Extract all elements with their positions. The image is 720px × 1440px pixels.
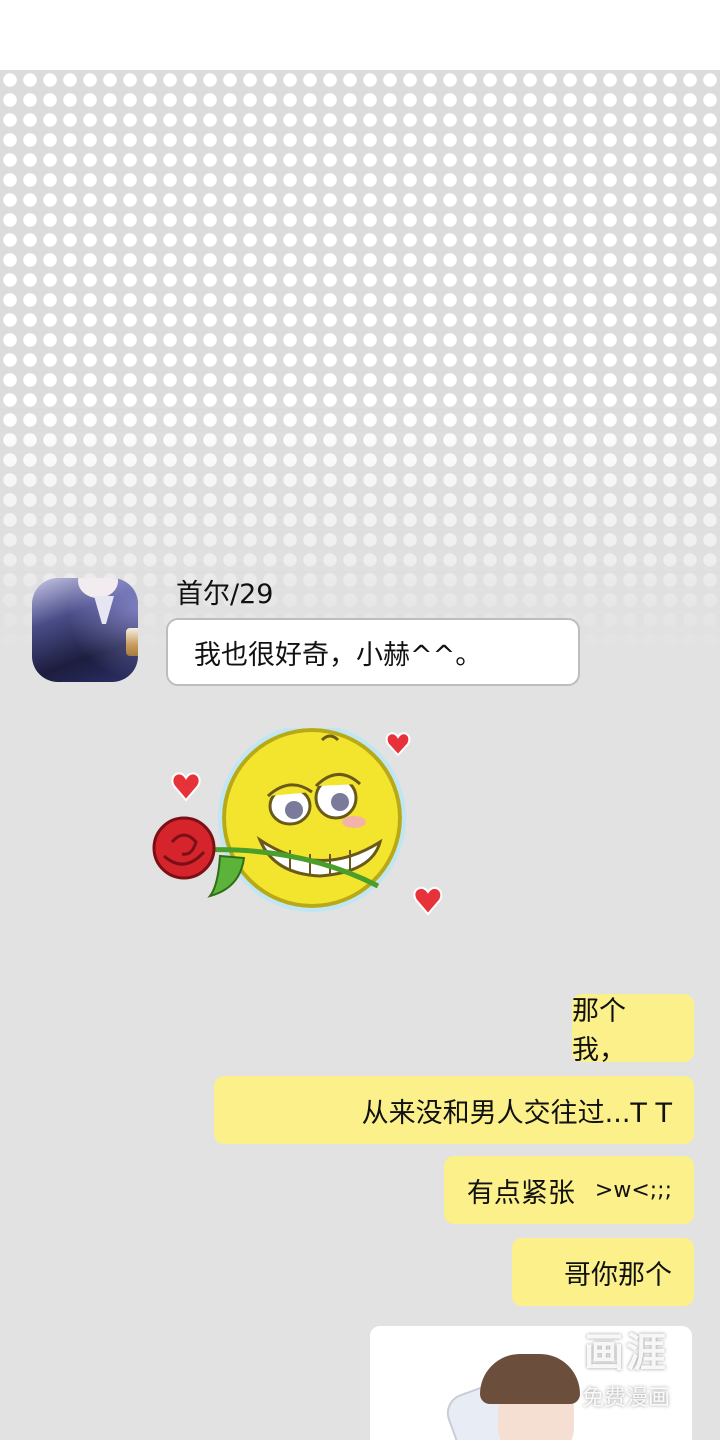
outgoing-message-bubble: 那个我， — [572, 994, 694, 1066]
outgoing-message-text: 那个我， — [572, 996, 626, 1066]
sender-name: 首尔/29 — [176, 579, 274, 610]
outgoing-message-text: 哥你那个 — [564, 1259, 672, 1291]
watermark-logo: 画涯 — [584, 1330, 668, 1376]
outgoing-message-text: 有点紧张 — [466, 1177, 575, 1209]
outgoing-message-bubble: 哥你那个 — [512, 1238, 694, 1306]
sender-avatar[interactable] — [32, 578, 138, 682]
emoticon-text: >w<;;; — [594, 1177, 672, 1203]
outgoing-message-text: 从来没和男人交往过...T T — [361, 1097, 672, 1129]
incoming-message-bubble: 我也很好奇，小赫^^。 — [166, 618, 580, 686]
outgoing-message-bubble: 从来没和男人交往过...T T — [214, 1076, 694, 1144]
outgoing-message-bubble: 有点紧张 >w<;;; — [444, 1156, 694, 1224]
app-watermark: 画涯 免费漫画 — [566, 1320, 686, 1412]
top-blank-area — [0, 0, 720, 70]
watermark-tagline: 免费漫画 — [581, 1386, 670, 1411]
incoming-message-text: 我也很好奇，小赫^^。 — [194, 639, 483, 671]
heart-icon — [171, 772, 201, 802]
heart-icon — [385, 732, 411, 757]
smiley-with-rose-sticker — [152, 728, 443, 916]
heart-icon — [413, 886, 443, 916]
